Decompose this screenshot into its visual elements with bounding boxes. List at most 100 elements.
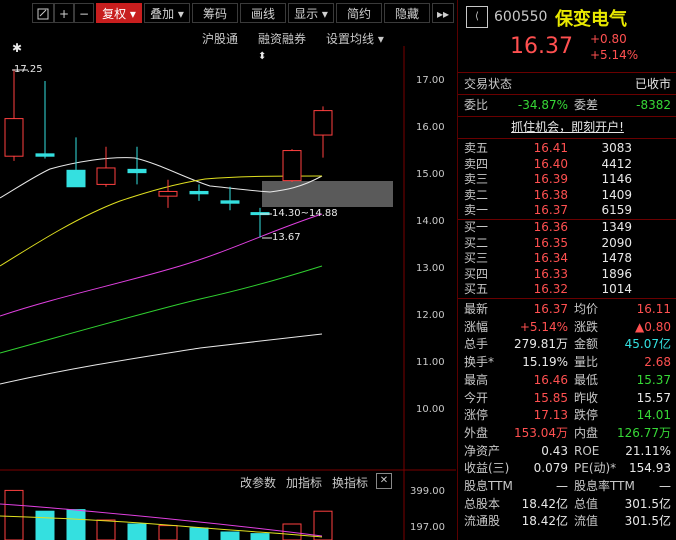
- stat-value: 15.85: [533, 390, 568, 405]
- jiazhibiao-link[interactable]: 加指标: [286, 474, 322, 491]
- gaicanshu-link[interactable]: 改参数: [240, 474, 276, 491]
- ask-row[interactable]: 卖三 16.39 1146: [458, 172, 676, 187]
- stat-label: ROE: [574, 443, 600, 458]
- bid-row[interactable]: 买三 16.34 1478: [458, 251, 676, 266]
- huaxian-button[interactable]: 画线: [240, 3, 286, 23]
- bid-label: 买一: [464, 220, 489, 234]
- y-tick: 10.00: [416, 404, 445, 415]
- y-tick: 12.00: [416, 310, 445, 321]
- stat-value: 279.81万: [514, 337, 568, 352]
- stats-row: 流通股 18.42亿 流值 301.5亿: [458, 512, 676, 530]
- stat-value: 18.42亿: [521, 496, 568, 511]
- stat-label: 总手: [464, 337, 489, 352]
- huanzhibiao-link[interactable]: 换指标: [332, 474, 368, 491]
- volume-bar: [4, 489, 24, 540]
- xianshi-button[interactable]: 显示 ▾: [288, 3, 334, 23]
- bid-row[interactable]: 买五 16.32 1014: [458, 282, 676, 297]
- stat-value: 15.57: [636, 390, 671, 405]
- stat-label: 涨停: [464, 408, 489, 423]
- candle-body: [4, 118, 24, 157]
- stat-value: +5.14%: [519, 319, 568, 334]
- zoom-in-button[interactable]: +: [54, 3, 74, 23]
- status-row: 交易状态 已收市: [458, 75, 676, 93]
- chouma-button[interactable]: 筹码: [192, 3, 238, 23]
- low-price-label: 13.67: [272, 232, 301, 243]
- bid-label: 买五: [464, 282, 489, 296]
- candle-body: [127, 168, 147, 174]
- kline-svg: ✱ ⬍: [0, 41, 456, 540]
- ask-price: 16.37: [533, 203, 568, 217]
- ask-row[interactable]: 卖一 16.37 6159: [458, 203, 676, 218]
- diejia-button[interactable]: 叠加 ▾: [144, 3, 190, 23]
- stat-value: 126.77万: [617, 425, 671, 440]
- bid-price: 16.35: [533, 235, 568, 250]
- ask-volume: 4412: [601, 156, 632, 171]
- stats-row: 外盘 153.04万 内盘 126.77万: [458, 424, 676, 442]
- stat-value: 0.43: [541, 443, 568, 458]
- candle-body: [96, 167, 116, 185]
- bid-row[interactable]: 买二 16.35 2090: [458, 236, 676, 251]
- stats-row: 涨停 17.13 跌停 14.01: [458, 406, 676, 424]
- stat-label: 流通股: [464, 514, 501, 529]
- bid-volume: 2090: [601, 235, 632, 250]
- volume-bar: [35, 510, 55, 540]
- expand-panel-icon[interactable]: ⟨: [466, 6, 488, 28]
- stock-code: 600550: [494, 9, 548, 25]
- weibi-label: 委比: [464, 98, 489, 112]
- bid-row[interactable]: 买一 16.36 1349: [458, 220, 676, 235]
- candle-body: [189, 190, 209, 195]
- stock-name: 保变电气: [555, 9, 627, 30]
- range-label: 14.30~14.88: [272, 208, 338, 219]
- ask-row[interactable]: 卖四 16.40 4412: [458, 157, 676, 172]
- stat-value: —: [659, 479, 671, 493]
- stat-label: 金额: [574, 337, 599, 352]
- stat-label: 跌停: [574, 408, 599, 423]
- stat-label: PE(动)*: [574, 461, 617, 476]
- close-indicator-icon[interactable]: ✕: [376, 473, 392, 489]
- volume-bar: [220, 531, 240, 540]
- bid-row[interactable]: 买四 16.33 1896: [458, 267, 676, 282]
- bid-label: 买三: [464, 251, 489, 265]
- volume-bar: [189, 527, 209, 540]
- status-value: 已收市: [634, 77, 671, 91]
- ask-label: 卖三: [464, 172, 489, 186]
- y-tick: 14.00: [416, 216, 445, 227]
- candle-body: [313, 110, 333, 136]
- bid-price: 16.32: [533, 282, 568, 296]
- stat-value: ▲0.80: [635, 319, 671, 334]
- bid-volume: 1896: [601, 266, 632, 281]
- ask-label: 卖二: [464, 187, 489, 202]
- y-tick: 15.00: [416, 169, 445, 180]
- expand-icon[interactable]: ▸▸: [432, 3, 454, 23]
- candle-body: [66, 169, 86, 188]
- volume-bar: [66, 509, 86, 540]
- zoom-out-button[interactable]: −: [74, 3, 94, 23]
- stat-value: 16.11: [636, 302, 671, 316]
- bid-volume: 1014: [601, 282, 632, 296]
- fuquan-button[interactable]: 复权 ▾: [96, 3, 142, 23]
- candle-body: [282, 150, 302, 182]
- volume-bar: [96, 519, 116, 540]
- stat-label: 流值: [574, 514, 599, 529]
- ask-label: 卖五: [464, 141, 489, 155]
- ma60-line: [0, 333, 323, 385]
- ask-row[interactable]: 卖五 16.41 3083: [458, 141, 676, 156]
- diejia-label: 叠加: [150, 7, 175, 21]
- weicha-value: -8382: [636, 98, 671, 112]
- high-price-label: 17.25: [14, 64, 43, 75]
- stat-value: 45.07亿: [624, 337, 671, 352]
- stat-value: 153.04万: [514, 425, 568, 440]
- ask-row[interactable]: 卖二 16.38 1409: [458, 188, 676, 203]
- stat-value: 16.37: [533, 302, 568, 316]
- jianyue-button[interactable]: 简约: [336, 3, 382, 23]
- weicha-label: 委差: [574, 98, 599, 112]
- stat-value: —: [556, 479, 568, 493]
- stats-row: 换手* 15.19% 量比 2.68: [458, 353, 676, 371]
- stats-row: 最新 16.37 均价 16.11: [458, 300, 676, 318]
- yincang-button[interactable]: 隐藏: [384, 3, 430, 23]
- open-account-link[interactable]: 抓住机会，即刻开户!: [511, 120, 624, 134]
- stat-value: 17.13: [533, 408, 568, 423]
- stats-row: 总股本 18.42亿 总值 301.5亿: [458, 495, 676, 513]
- kline-chart[interactable]: 沪股通 融资融券 设置均线 ▾ ✱ ⬍ 17.25 14.30~14.88 13…: [0, 26, 456, 540]
- restore-icon[interactable]: [32, 3, 54, 23]
